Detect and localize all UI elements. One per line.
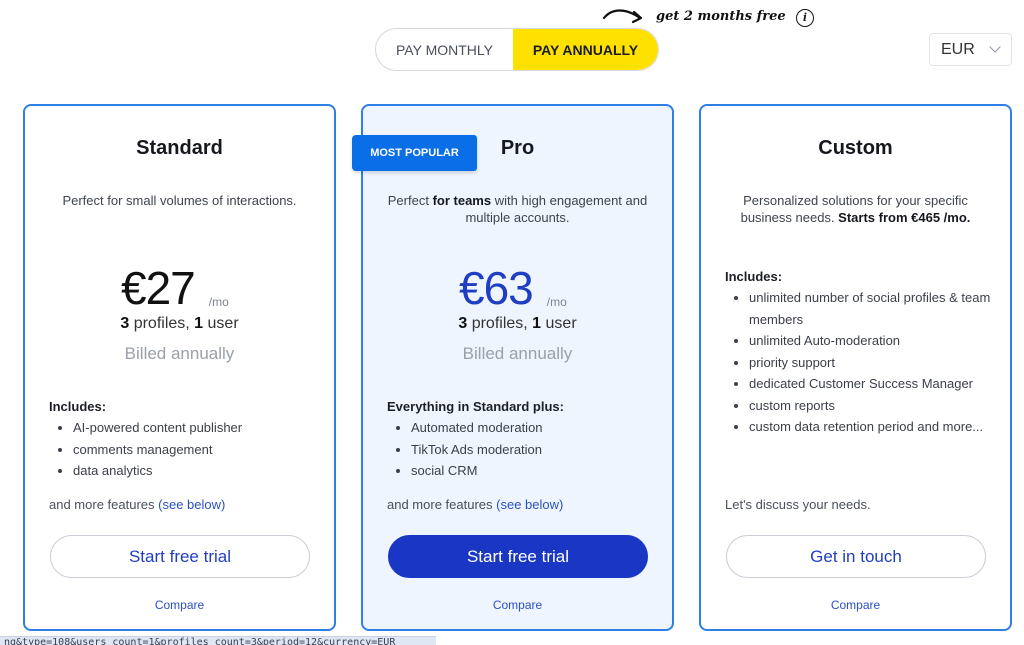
info-icon[interactable]: i [796, 9, 814, 27]
plan-name: Custom [818, 137, 893, 159]
list-item: social CRM [391, 460, 543, 482]
plan-price: €27 /mo [121, 265, 229, 311]
compare-link[interactable]: Compare [25, 598, 334, 612]
price-unit: /mo [208, 295, 229, 309]
plan-description: Personalized solutions for your specific… [740, 193, 971, 225]
price-amount: €63 [459, 262, 534, 314]
promo-annotation: get 2 months free i [600, 2, 830, 30]
billing-period-toggle: PAY MONTHLY PAY ANNUALLY [375, 28, 659, 71]
list-item: custom data retention period and more... [729, 416, 999, 438]
plan-card-standard: Standard Perfect for small volumes of in… [23, 104, 336, 631]
plan-description: Perfect for small volumes of interaction… [62, 193, 297, 208]
feature-list: Automated moderation TikTok Ads moderati… [391, 417, 543, 482]
chevron-down-icon [989, 41, 1001, 53]
list-item: AI-powered content publisher [53, 417, 242, 439]
plan-seats: 3 profiles, 1 user [458, 315, 577, 332]
price-unit: /mo [546, 295, 567, 309]
price-amount: €27 [121, 262, 196, 314]
plan-card-custom: Custom Personalized solutions for your s… [699, 104, 1012, 631]
plan-description: Perfect for teams with high engagement a… [387, 193, 648, 225]
currency-value: EUR [941, 40, 975, 58]
see-below-link[interactable]: (see below) [496, 497, 563, 512]
list-item: unlimited Auto-moderation [729, 330, 999, 352]
list-item: dedicated Customer Success Manager [729, 373, 999, 395]
compare-link[interactable]: Compare [701, 598, 1010, 612]
includes-title: Everything in Standard plus: [387, 399, 564, 414]
billing-note: Billed annually [462, 344, 573, 363]
pay-monthly-option[interactable]: PAY MONTHLY [376, 29, 513, 70]
plan-price: €63 /mo [459, 265, 567, 311]
see-below-link[interactable]: (see below) [158, 497, 225, 512]
plan-card-pro: MOST POPULAR Pro Perfect for teams with … [352, 104, 674, 631]
list-item: priority support [729, 352, 999, 374]
start-free-trial-button[interactable]: Start free trial [388, 535, 648, 578]
list-item: unlimited number of social profiles & te… [729, 287, 999, 330]
list-item: Automated moderation [391, 417, 543, 439]
list-item: data analytics [53, 460, 242, 482]
browser-status-url: ng&type=108&users_count=1&profiles_count… [0, 636, 436, 645]
get-in-touch-button[interactable]: Get in touch [726, 535, 986, 578]
list-item: custom reports [729, 395, 999, 417]
compare-link[interactable]: Compare [363, 598, 672, 612]
feature-list: AI-powered content publisher comments ma… [53, 417, 242, 482]
includes-title: Includes: [725, 269, 783, 284]
plan-seats: 3 profiles, 1 user [120, 315, 239, 332]
more-features: and more features (see below) [49, 497, 226, 512]
plan-name: Standard [136, 137, 223, 159]
curved-arrow-icon [602, 9, 643, 24]
contact-note: Let's discuss your needs. [725, 497, 871, 512]
feature-list: unlimited number of social profiles & te… [729, 287, 999, 438]
more-features: and more features (see below) [387, 497, 564, 512]
includes-title: Includes: [49, 399, 107, 414]
list-item: TikTok Ads moderation [391, 439, 543, 461]
promo-text: get 2 months free [656, 9, 786, 24]
list-item: comments management [53, 439, 242, 461]
currency-select[interactable]: EUR [929, 33, 1012, 66]
billing-note: Billed annually [124, 344, 235, 363]
pay-annually-option[interactable]: PAY ANNUALLY [513, 29, 658, 70]
plan-name: Pro [500, 137, 535, 159]
start-free-trial-button[interactable]: Start free trial [50, 535, 310, 578]
